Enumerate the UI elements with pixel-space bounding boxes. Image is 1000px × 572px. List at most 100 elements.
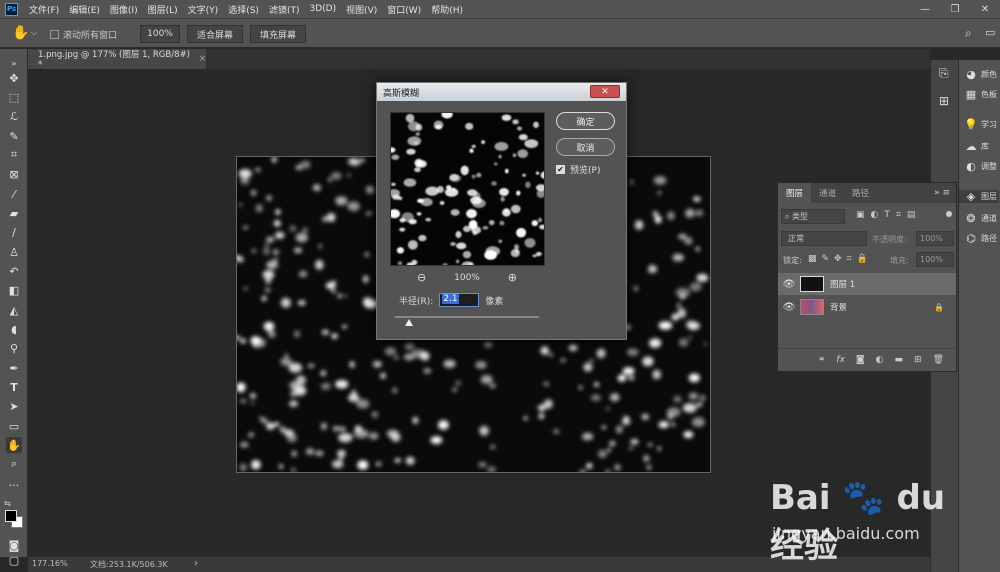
eye-icon[interactable]: 👁 (778, 302, 800, 313)
clone-stamp-icon[interactable]: ♙ (6, 244, 22, 260)
baidu-watermark: Bai 🐾 du 经验 jingyan.baidu.com (770, 478, 980, 566)
dock-item-adjustments[interactable]: ◐ 调整 (963, 160, 997, 173)
rectangle-tool-icon[interactable]: ▭ (6, 418, 22, 434)
filter-toggle-icon[interactable] (946, 211, 952, 217)
layer-filter-icons[interactable]: ▣◐T⌗▤ (856, 210, 921, 220)
fx-icon[interactable]: fx (836, 355, 845, 365)
foreground-color-swatch[interactable] (5, 510, 17, 522)
snow-speck (253, 343, 258, 348)
radius-slider-track[interactable] (395, 316, 539, 318)
type-tool-icon[interactable]: T (6, 379, 22, 395)
eraser-icon[interactable]: ◧ (6, 282, 22, 298)
close-window-icon[interactable]: ✕ (970, 0, 1000, 18)
restore-icon[interactable]: ❐ (940, 0, 970, 18)
mask-icon[interactable]: ◙ (856, 355, 865, 365)
minimize-icon[interactable]: — (910, 0, 940, 18)
search-icon[interactable]: ⌕ (965, 26, 972, 41)
menu-filter[interactable]: 滤镜(T) (264, 3, 305, 16)
zoom-readout[interactable]: 177.16% (32, 559, 68, 568)
quick-select-icon[interactable]: ✎ (6, 128, 22, 144)
opacity-input[interactable]: 100% (916, 231, 954, 246)
quick-mask-icon[interactable]: ◙ (6, 537, 22, 553)
screen-mode-icon[interactable]: ▢ (6, 552, 22, 568)
dodge-tool-icon[interactable]: ⚲ (6, 340, 22, 356)
lock-icons[interactable]: ▩✎✥⌗🔒 (808, 254, 873, 264)
eye-icon[interactable]: 👁 (778, 279, 800, 290)
tab-close-icon[interactable]: × (199, 54, 206, 64)
layer-row[interactable]: 👁 背景 🔒 (778, 296, 956, 318)
tab-paths[interactable]: 路径 (844, 183, 877, 203)
radius-slider-thumb[interactable] (405, 319, 414, 326)
dialog-title-bar[interactable]: 高斯模糊 ✕ (377, 83, 626, 101)
menu-file[interactable]: 文件(F) (24, 3, 64, 16)
blend-mode-select[interactable]: 正常 (781, 231, 867, 246)
new-layer-icon[interactable]: ⊞ (914, 355, 922, 365)
more-tools-icon[interactable]: ··· (6, 477, 22, 493)
adjustment-icon[interactable]: ◐ (876, 355, 884, 365)
crop-tool-icon[interactable]: ⌗ (6, 147, 22, 163)
status-menu-arrow[interactable]: › (194, 558, 198, 569)
menu-select[interactable]: 选择(S) (223, 3, 264, 16)
scroll-all-windows-checkbox[interactable]: 滚动所有窗口 (50, 28, 117, 41)
marquee-tool-icon[interactable]: ⬚ (6, 89, 22, 105)
menu-type[interactable]: 文字(Y) (183, 3, 224, 16)
dock-item-learn[interactable]: 💡 学习 (963, 118, 997, 131)
menu-image[interactable]: 图像(I) (105, 3, 143, 16)
zoom-out-icon[interactable]: ⊖ (417, 271, 426, 284)
dock-item-paths[interactable]: ⌬ 路径 (963, 232, 997, 245)
layer-row[interactable]: 👁 图层 1 (778, 273, 956, 295)
fill-input[interactable]: 100% (916, 252, 954, 267)
fill-screen-button[interactable]: 填充屏幕 (250, 25, 306, 43)
radius-input[interactable]: 2.1 (439, 293, 480, 307)
zoom-in-icon[interactable]: ⊕ (508, 271, 517, 284)
fit-screen-button[interactable]: 适合屏幕 (187, 25, 243, 43)
move-tool-icon[interactable]: ✥ (6, 70, 22, 86)
checkbox-icon[interactable] (50, 30, 59, 39)
menu-layer[interactable]: 图层(L) (143, 3, 183, 16)
dock-item-swatches[interactable]: ▦ 色板 (963, 88, 997, 101)
chevron-down-icon[interactable]: ⌵ (31, 28, 37, 38)
dock-item-color[interactable]: ◕ 颜色 (963, 68, 997, 81)
panel-menu-icon[interactable]: » ≡ (934, 183, 956, 203)
dock-item-channels[interactable]: ❂ 通道 (963, 212, 997, 225)
menu-3d[interactable]: 3D(D) (304, 4, 341, 14)
history-panel-icon[interactable]: ⎘ (939, 66, 949, 81)
layer-filter-select[interactable]: ⌕ 类型 (781, 209, 845, 224)
path-select-icon[interactable]: ➤ (6, 398, 22, 414)
menu-view[interactable]: 视图(V) (341, 3, 382, 16)
frame-tool-icon[interactable]: ⊠ (6, 166, 22, 182)
zoom-100-button[interactable]: 100% (140, 25, 180, 43)
document-tab[interactable]: 1.png.jpg @ 177% (图层 1, RGB/8#) * × (28, 49, 206, 70)
collapse-icon[interactable]: » (6, 55, 22, 71)
menu-edit[interactable]: 编辑(E) (64, 3, 105, 16)
tab-layers[interactable]: 图层 (778, 183, 812, 203)
link-icon[interactable]: ⚭ (818, 355, 826, 365)
trash-icon[interactable]: 🗑 (933, 355, 944, 365)
dock-item-layers[interactable]: ◈ 图层 (959, 190, 999, 203)
brush-tool-icon[interactable]: ∕ (6, 224, 22, 240)
tab-channels[interactable]: 通道 (811, 183, 844, 203)
properties-panel-icon[interactable]: ⊞ (939, 94, 949, 108)
cancel-button[interactable]: 取消 (556, 138, 615, 156)
swap-colors-icon[interactable]: ⇆ (4, 499, 11, 508)
preview-checkbox[interactable]: ✔ 预览(P) (556, 163, 600, 176)
checkmark-icon[interactable]: ✔ (556, 165, 565, 174)
healing-brush-icon[interactable]: ▰ (6, 205, 22, 221)
filter-preview[interactable] (390, 112, 545, 266)
hand-tool-icon[interactable]: ✋ (12, 25, 29, 41)
eyedropper-icon[interactable]: ⁄ (6, 186, 22, 202)
folder-icon[interactable]: ▬ (895, 355, 904, 365)
pen-tool-icon[interactable]: ✒ (6, 360, 22, 376)
paint-bucket-icon[interactable]: ◭ (6, 302, 22, 318)
ok-button[interactable]: 确定 (556, 112, 615, 130)
dock-item-libraries[interactable]: ☁ 库 (963, 140, 990, 153)
zoom-tool-icon[interactable]: ⌕ (6, 456, 22, 472)
history-brush-icon[interactable]: ↶ (6, 263, 22, 279)
blur-tool-icon[interactable]: ◖ (6, 321, 22, 337)
workspace-icon[interactable]: ▭ (985, 26, 995, 39)
hand-tool-icon[interactable]: ✋ (6, 437, 22, 453)
lasso-tool-icon[interactable]: ℒ (6, 108, 22, 124)
menu-window[interactable]: 窗口(W) (382, 3, 426, 16)
menu-help[interactable]: 帮助(H) (426, 3, 468, 16)
dialog-close-button[interactable]: ✕ (590, 85, 620, 98)
